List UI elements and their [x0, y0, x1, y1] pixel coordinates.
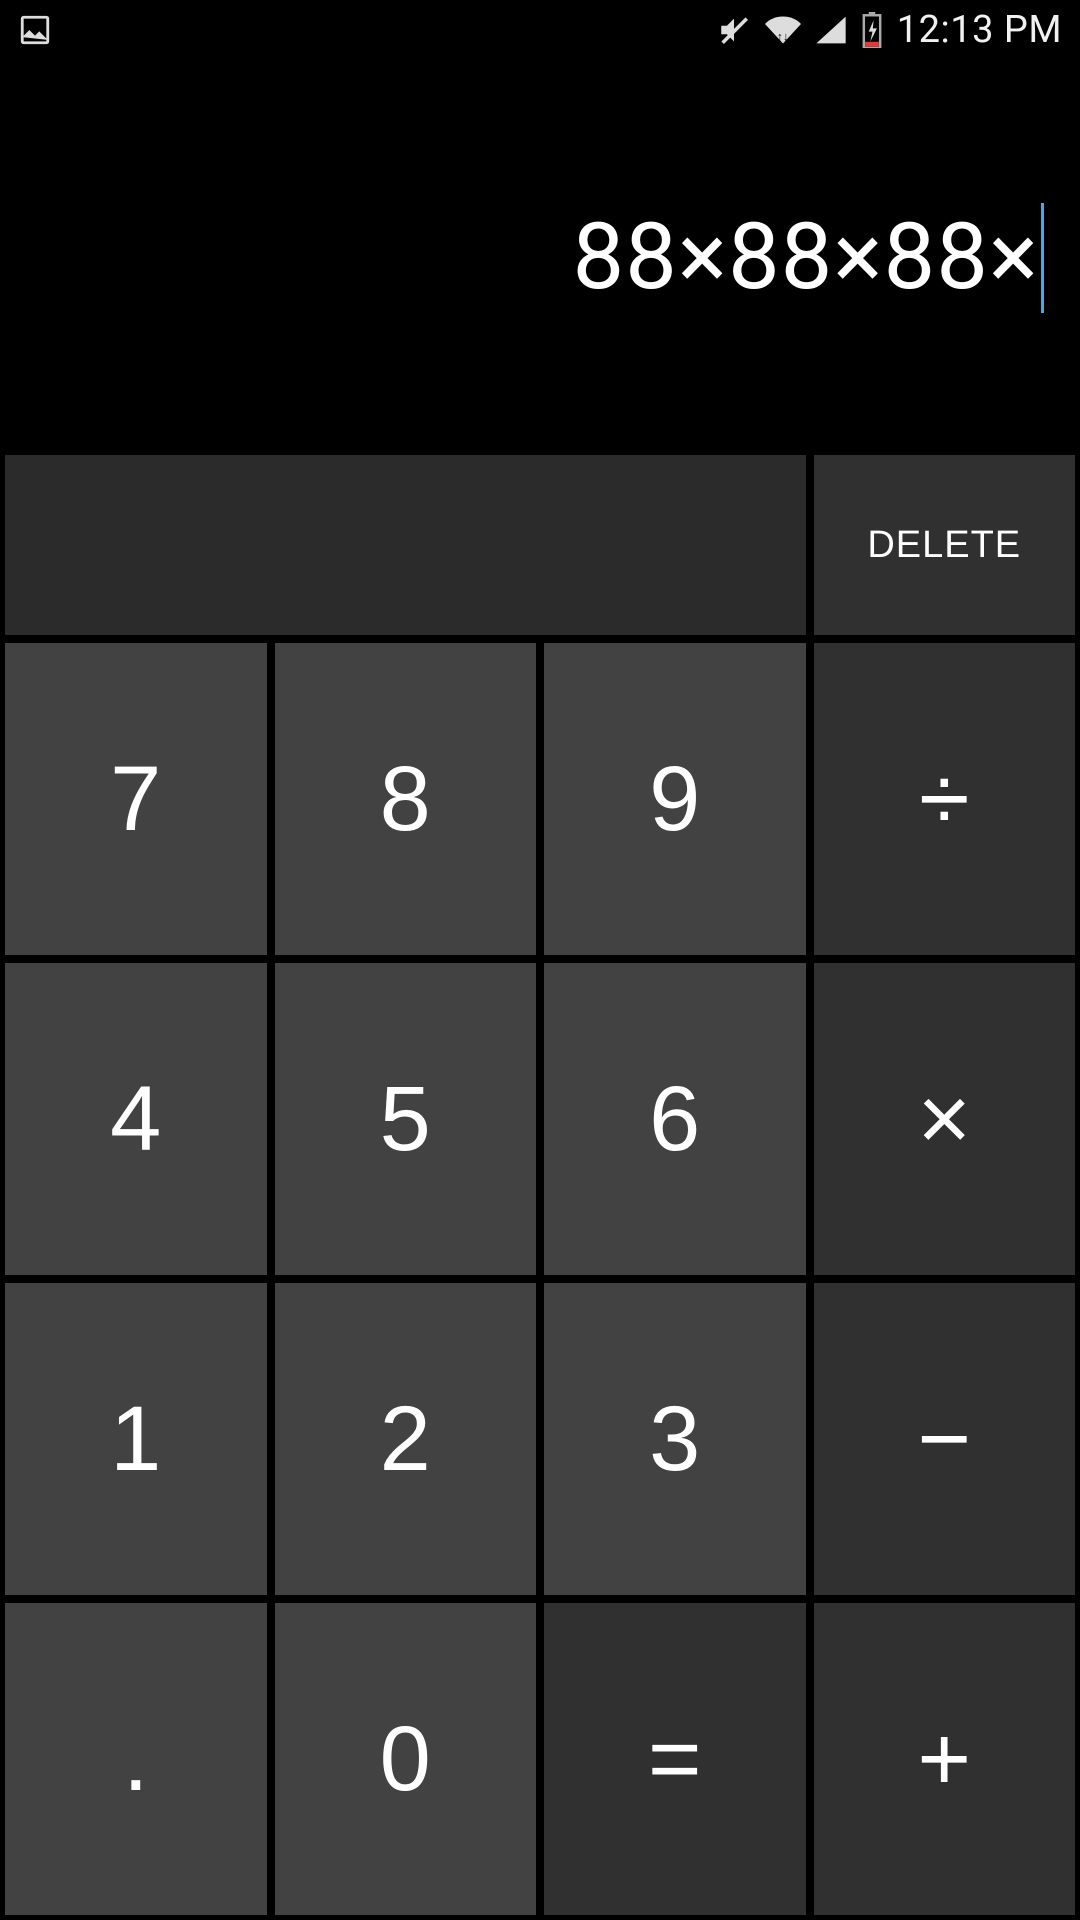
digit-2[interactable]: 2	[275, 1283, 537, 1595]
blank-panel	[5, 455, 806, 635]
picture-icon	[18, 13, 52, 47]
status-bar: ↑↓ 12:13 PM	[0, 0, 1080, 60]
keypad: DELETE 7 8 9 ÷ 4 5 6 × 1 2 3 − . 0 = +	[0, 455, 1080, 1920]
digit-1[interactable]: 1	[5, 1283, 267, 1595]
decimal-point[interactable]: .	[5, 1603, 267, 1915]
digit-3[interactable]: 3	[544, 1283, 806, 1595]
digit-7[interactable]: 7	[5, 643, 267, 955]
text-cursor	[1041, 203, 1044, 313]
op-minus[interactable]: −	[814, 1283, 1076, 1595]
digit-5[interactable]: 5	[275, 963, 537, 1275]
battery-charging-icon	[861, 12, 883, 48]
signal-icon	[815, 14, 847, 46]
op-equals[interactable]: =	[544, 1603, 806, 1915]
status-clock: 12:13 PM	[897, 8, 1062, 52]
digit-4[interactable]: 4	[5, 963, 267, 1275]
op-multiply[interactable]: ×	[814, 963, 1076, 1275]
display-expression: 88×88×88×	[572, 204, 1039, 311]
op-divide[interactable]: ÷	[814, 643, 1076, 955]
digit-9[interactable]: 9	[544, 643, 806, 955]
op-plus[interactable]: +	[814, 1603, 1076, 1915]
delete-button[interactable]: DELETE	[814, 455, 1076, 635]
svg-text:↑↓: ↑↓	[777, 30, 789, 44]
calculator-display[interactable]: 88×88×88×	[0, 60, 1080, 455]
digit-0[interactable]: 0	[275, 1603, 537, 1915]
wifi-icon: ↑↓	[765, 12, 801, 48]
digit-6[interactable]: 6	[544, 963, 806, 1275]
muted-icon	[717, 13, 751, 47]
digit-8[interactable]: 8	[275, 643, 537, 955]
